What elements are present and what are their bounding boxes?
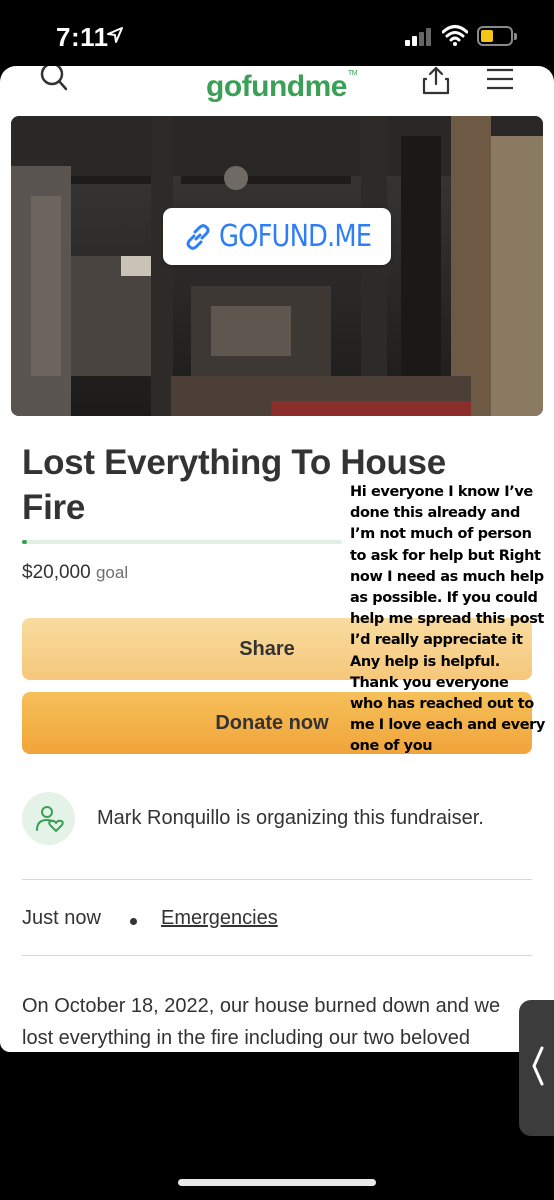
goal-row: $20,000 goal: [22, 562, 128, 584]
organizer-text: Mark Ronquillo is organizing this fundra…: [97, 807, 484, 829]
story-text-overlay: Hi everyone I know I’ve done this alread…: [350, 482, 546, 758]
burned-house-photo: [11, 116, 543, 416]
donate-button-label: Donate now: [215, 711, 329, 734]
overlay-line: who has reached out to: [350, 696, 534, 713]
gofund-link-sticker: GOFUND.ME: [163, 208, 391, 265]
campaign-meta: Just now Emergencies: [22, 907, 278, 930]
divider: [22, 955, 532, 956]
overlay-line: now I need as much help: [350, 568, 544, 585]
story-line: On October 18, 2022, our house burned do…: [22, 995, 501, 1017]
overlay-line: Any help is helpful.: [350, 653, 500, 670]
link-icon: [186, 223, 209, 250]
category-link[interactable]: Emergencies: [161, 907, 278, 930]
overlay-line: Thank you everyone: [350, 674, 509, 691]
campaign-hero-image: GOFUND.ME: [11, 116, 543, 416]
status-bar: 7:11: [0, 0, 554, 70]
gofundme-logo[interactable]: gofundmeTM: [206, 70, 358, 104]
chevron-left-icon: [532, 1046, 544, 1086]
wifi-icon: [442, 25, 468, 46]
separator-dot: [130, 918, 137, 925]
story-line: lost everything in the fire including ou…: [22, 1027, 471, 1049]
share-icon[interactable]: [420, 66, 452, 96]
menu-icon[interactable]: [486, 68, 514, 92]
overlay-line: help me spread this post: [350, 611, 544, 628]
campaign-story: On October 18, 2022, our house burned do…: [22, 990, 542, 1052]
site-header: gofundmeTM: [0, 66, 554, 114]
progress-fill: [22, 540, 27, 544]
organizer-heart-icon: [35, 805, 64, 832]
overlay-line: Hi everyone I know I’ve: [350, 484, 533, 500]
overlay-line: I’d really appreciate it: [350, 632, 523, 649]
goal-amount: $20,000: [22, 562, 91, 583]
organizer-row: Mark Ronquillo is organizing this fundra…: [22, 792, 532, 848]
logo-trademark: TM: [347, 70, 358, 77]
goal-label: goal: [95, 563, 129, 582]
share-button-label: Share: [239, 637, 295, 660]
side-panel-handle[interactable]: [519, 1000, 554, 1136]
logo-text: gofundme: [206, 70, 347, 103]
divider: [22, 879, 532, 880]
overlay-line: me I love each and every: [350, 717, 545, 734]
link-sticker-text: GOFUND.ME: [218, 219, 372, 254]
location-arrow-icon: [107, 27, 123, 43]
overlay-line: as possible. If you could: [350, 590, 538, 607]
overlay-line: to ask for help but Right: [350, 547, 541, 564]
status-time: 7:11: [56, 22, 109, 52]
created-time: Just now: [22, 907, 101, 929]
signal-icon: [405, 28, 431, 46]
campaign-page: gofundmeTM GOFUND.ME Lost Everything To …: [0, 66, 554, 1052]
overlay-line: one of you: [350, 738, 433, 755]
battery-level: [481, 30, 493, 42]
overlay-line: I’m not much of person: [350, 526, 532, 543]
overlay-line: done this already and: [350, 505, 520, 522]
battery-icon: [477, 26, 517, 46]
organizer-avatar: [22, 792, 75, 845]
search-icon[interactable]: [38, 66, 70, 94]
progress-bar: [22, 540, 342, 544]
home-indicator[interactable]: [178, 1179, 376, 1186]
battery-nub: [514, 33, 517, 40]
